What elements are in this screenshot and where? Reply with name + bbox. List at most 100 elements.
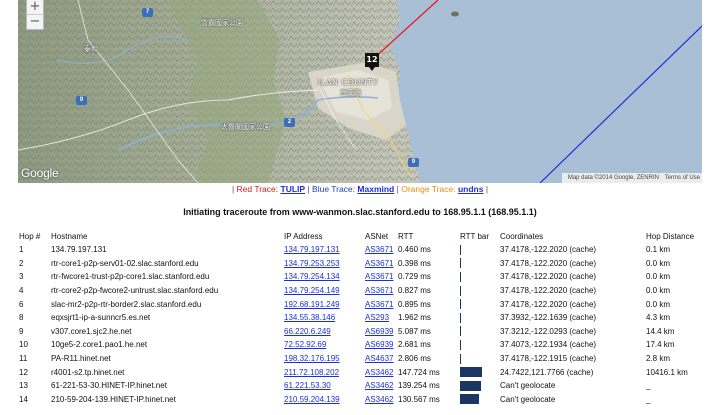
rtt-bar <box>460 353 461 364</box>
ip-address-link[interactable]: 211.72.108.202 <box>284 368 339 377</box>
table-row: 8 eqxsjrt1-ip-a-sunncr5.es.net 134.55.38.1… <box>19 311 709 325</box>
asnet-link[interactable]: AS6939 <box>365 327 393 336</box>
undns-link[interactable]: undns <box>458 184 484 194</box>
rtt-bar-cell <box>460 270 500 284</box>
hop-number: 14 <box>19 394 28 404</box>
col-header-hop: Hop # <box>19 231 41 241</box>
map-data-credit: Map data ©2014 Google, ZENRIN <box>567 175 659 181</box>
google-logo[interactable]: Google <box>21 166 59 180</box>
coordinates: 37.4178,-122.2020 (cache) <box>500 286 597 296</box>
rtt-bar <box>460 285 461 296</box>
terms-of-use-link[interactable]: Terms of Use <box>665 175 700 181</box>
asnet-link-cell: AS3671 <box>365 284 398 298</box>
hostname: v307.core1.sjc2.he.net <box>51 326 132 336</box>
rtt-bar-cell <box>460 325 500 339</box>
hop-number: 9 <box>19 326 24 336</box>
asnet-link[interactable]: AS3671 <box>365 245 393 254</box>
asnet-link[interactable]: AS3671 <box>365 286 393 295</box>
rtt-value: 5.087 ms <box>398 326 431 336</box>
trace-legend: | Red Trace: TULIP | Blue Trace: Maxmind… <box>0 183 720 195</box>
rtt-bar <box>460 367 482 378</box>
asnet-link-cell: AS3671 <box>365 257 398 271</box>
hop-number: 8 <box>19 313 24 323</box>
hop-number: 12 <box>19 367 28 377</box>
zoom-out-button[interactable]: − <box>27 14 43 28</box>
rtt-bar-cell <box>460 338 500 352</box>
asnet-link[interactable]: AS3671 <box>365 259 393 268</box>
legend-separator: | <box>396 184 399 194</box>
rtt-value-cell: 0.398 ms <box>398 257 460 271</box>
ip-address-link[interactable]: 134.79.254.134 <box>284 272 340 281</box>
hop-marker[interactable]: 12 <box>365 53 379 71</box>
hop-distance: 17.4 km <box>646 340 675 350</box>
asnet-link[interactable]: AS3462 <box>365 381 393 390</box>
map-zoom-control[interactable]: + − <box>26 0 44 30</box>
ip-address-link[interactable]: 210.59.204.139 <box>284 395 340 404</box>
col-header-hostname: Hostname <box>51 231 88 241</box>
hop-number-cell: 14 <box>19 393 51 407</box>
map-label-park: 雪霸國家公園 <box>201 19 243 27</box>
rtt-bar-cell <box>460 365 500 379</box>
coordinates: 24.7422,121.7766 (cache) <box>500 367 594 377</box>
rtt-value-cell: 0.460 ms <box>398 243 460 257</box>
maxmind-link[interactable]: Maxmind <box>357 184 394 194</box>
asnet-link[interactable]: AS293 <box>365 313 389 322</box>
coordinates-cell: 37.4178,-122.2020 (cache) <box>500 257 646 271</box>
hop-distance-cell: 0.0 km <box>646 297 709 311</box>
asnet-link[interactable]: AS3671 <box>365 272 393 281</box>
ip-address-link[interactable]: 134.79.254.149 <box>284 286 340 295</box>
hop-distance-cell: 0.1 km <box>646 243 709 257</box>
hop-distance: 0.0 km <box>646 258 671 268</box>
hostname-cell: rtr-fwcore1-trust-p2p-core1.slac.stanfor… <box>51 270 284 284</box>
coordinates-cell: 24.7422,121.7766 (cache) <box>500 365 646 379</box>
rtt-bar <box>460 299 461 310</box>
asnet-link[interactable]: AS6939 <box>365 340 393 349</box>
hostname: 10ge5-2.core1.pao1.he.net <box>51 340 148 350</box>
ip-address-link[interactable]: 198.32.176.195 <box>284 354 340 363</box>
rtt-bar-cell <box>460 257 500 271</box>
hop-distance-cell: _ <box>646 393 709 407</box>
hop-number: 2 <box>19 258 24 268</box>
tulip-link[interactable]: TULIP <box>281 184 306 194</box>
hop-number: 11 <box>19 354 28 364</box>
ip-address-link[interactable]: 192.68.191.249 <box>284 300 340 309</box>
hop-distance-cell: 4.3 km <box>646 311 709 325</box>
ip-address-link-cell: 72.52.92.69 <box>284 338 365 352</box>
table-header-row: Hop # Hostname IP Address ASNet RTT RTT … <box>19 229 709 243</box>
map-label-park: 太魯閣國家公園 <box>221 123 270 131</box>
asnet-link[interactable]: AS3462 <box>365 395 393 404</box>
ip-address-link[interactable]: 134.79.253.253 <box>284 259 340 268</box>
ip-address-link[interactable]: 134.55.38.146 <box>284 313 335 322</box>
coordinates-cell: 37.4178,-122.2020 (cache) <box>500 297 646 311</box>
col-header-asnet: ASNet <box>365 231 389 241</box>
asnet-link[interactable]: AS3671 <box>365 300 393 309</box>
hop-number-cell: 4 <box>19 284 51 298</box>
hostname: slac-mr2-p2p-rtr-border2.slac.stanford.e… <box>51 299 202 309</box>
hop-distance: 10416.1 km <box>646 367 688 377</box>
col-header-coordinates: Coordinates <box>500 231 544 241</box>
rtt-bar <box>460 271 461 282</box>
hop-number-cell: 9 <box>19 325 51 339</box>
coordinates: 37.3932,-122.1639 (cache) <box>500 313 597 323</box>
hop-distance-cell: _ <box>646 379 709 393</box>
hop-distance-cell: 0.0 km <box>646 257 709 271</box>
asnet-link[interactable]: AS4637 <box>365 354 393 363</box>
ip-address-link[interactable]: 66.220.6.249 <box>284 327 331 336</box>
ip-address-link[interactable]: 134.79.197.131 <box>284 245 340 254</box>
ip-address-link-cell: 192.68.191.249 <box>284 297 365 311</box>
ip-address-link[interactable]: 72.52.92.69 <box>284 340 326 349</box>
coordinates-cell: 37.4178,-122.2020 (cache) <box>500 243 646 257</box>
zoom-in-button[interactable]: + <box>27 0 43 14</box>
hop-distance: 0.0 km <box>646 286 671 296</box>
hop-distance-cell: 14.4 km <box>646 325 709 339</box>
hop-number: 4 <box>19 286 24 296</box>
legend-separator: | <box>485 184 489 194</box>
rtt-value-cell: 147.724 ms <box>398 365 460 379</box>
asnet-link[interactable]: AS3462 <box>365 368 393 377</box>
coordinates: 37.4178,-122.1915 (cache) <box>500 354 597 364</box>
ip-address-link[interactable]: 61.221.53.30 <box>284 381 331 390</box>
coordinates-cell: Can't geolocate <box>500 379 646 393</box>
rtt-bar <box>460 326 461 337</box>
rtt-value: 147.724 ms <box>398 367 440 377</box>
traceroute-map[interactable]: + − 7 9 2 9 泰和 雪霸國家公園 太魯閣國家公園 ILAN COUNT… <box>18 0 702 183</box>
